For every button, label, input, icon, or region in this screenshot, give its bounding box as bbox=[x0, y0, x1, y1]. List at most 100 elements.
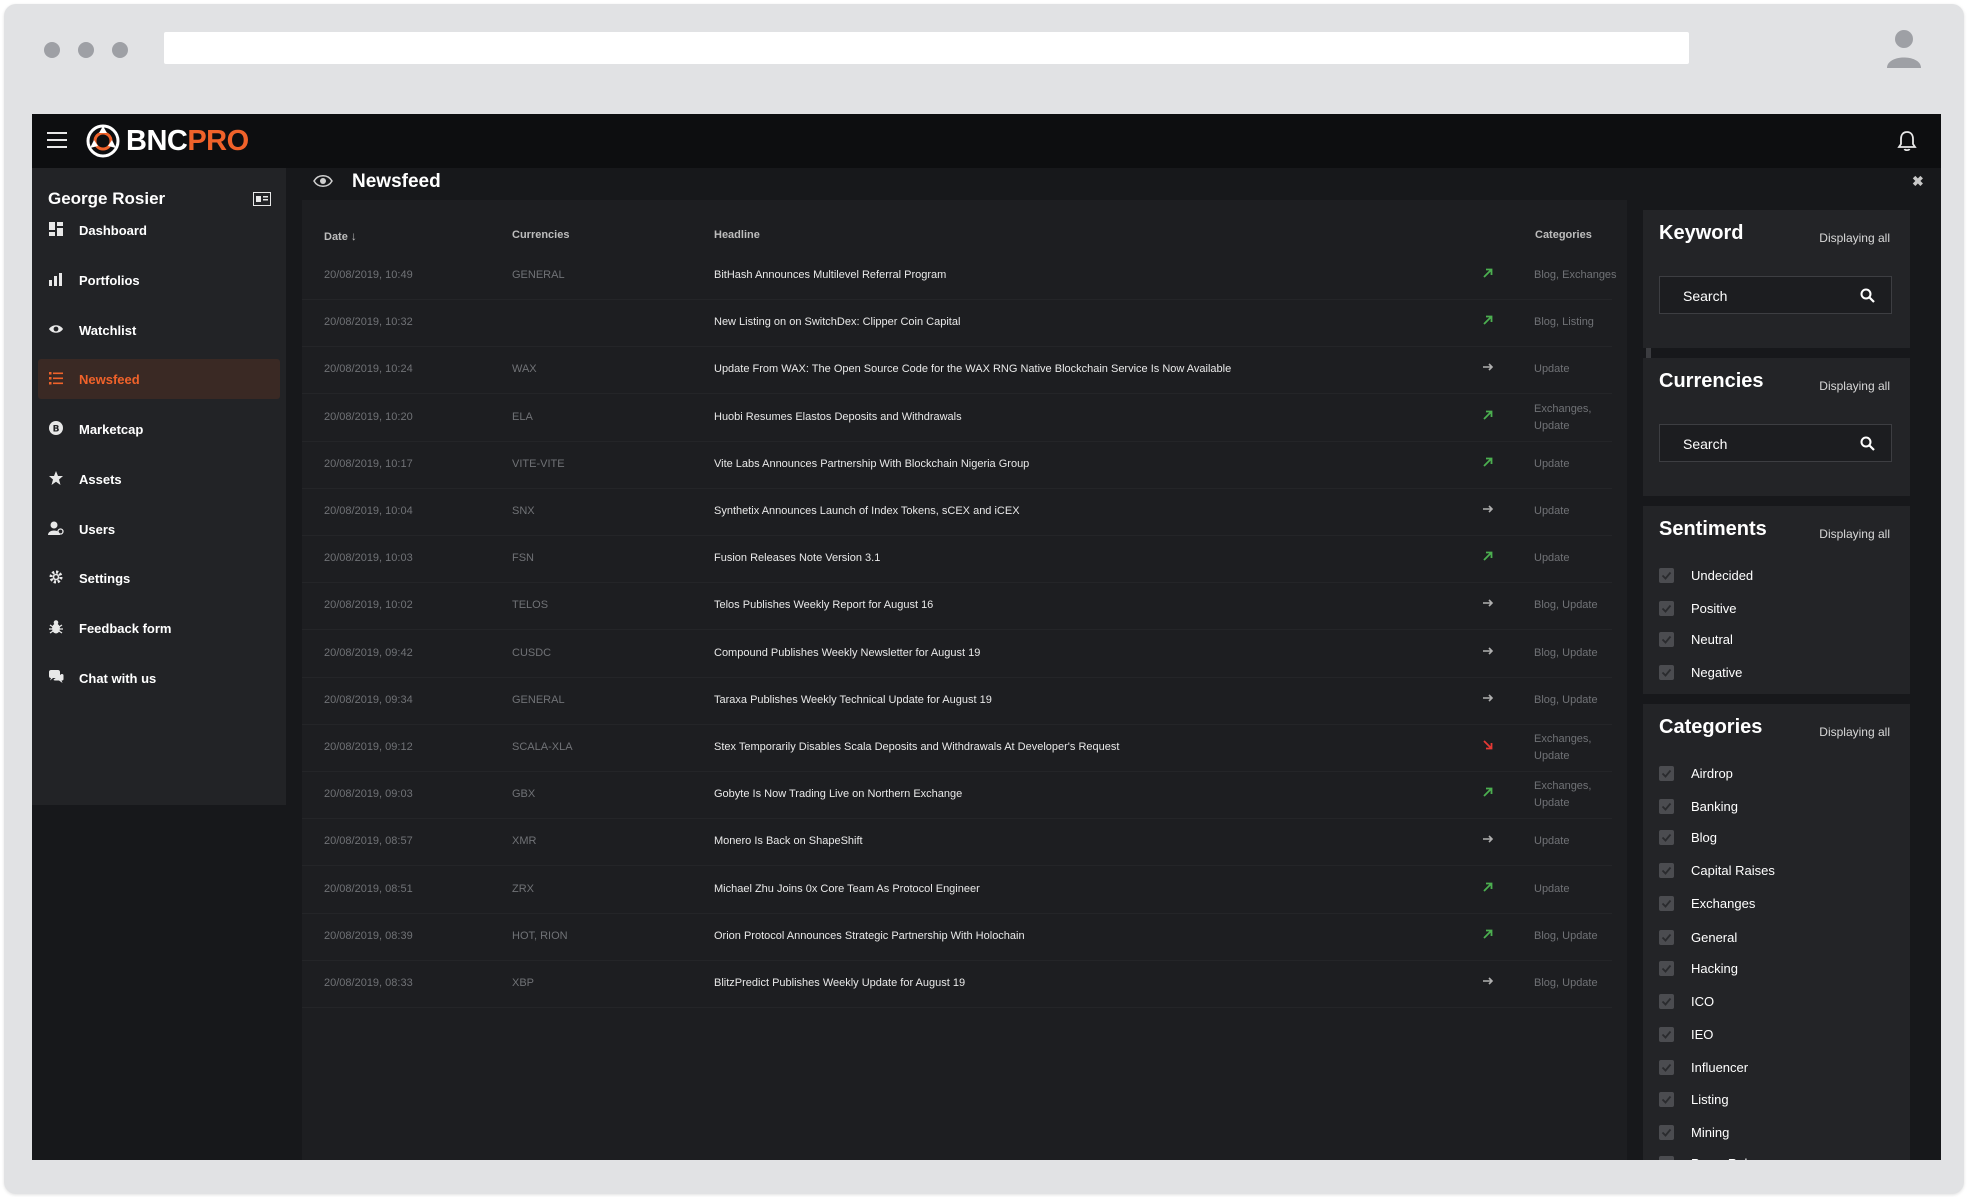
window-minimize-dot[interactable] bbox=[78, 42, 94, 58]
row-headline[interactable]: Taraxa Publishes Weekly Technical Update… bbox=[714, 692, 992, 709]
row-headline[interactable]: Huobi Resumes Elastos Deposits and Withd… bbox=[714, 409, 962, 426]
positive-sentiment-icon bbox=[1482, 881, 1494, 893]
column-header-date[interactable]: Date ↓ bbox=[324, 229, 357, 243]
filter-option-positive[interactable]: Positive bbox=[1659, 598, 1737, 618]
checkbox[interactable] bbox=[1659, 895, 1674, 911]
row-headline[interactable]: Compound Publishes Weekly Newsletter for… bbox=[714, 645, 980, 662]
table-row[interactable]: 20/08/2019, 09:34 GENERAL Taraxa Publishes… bbox=[302, 677, 1612, 725]
address-bar[interactable] bbox=[164, 32, 1689, 64]
table-row[interactable]: 20/08/2019, 08:51 ZRX Michael Zhu Joins 0x… bbox=[302, 866, 1612, 914]
checkbox[interactable] bbox=[1659, 631, 1674, 647]
row-headline[interactable]: Synthetix Announces Launch of Index Toke… bbox=[714, 503, 1020, 520]
profile-avatar-icon[interactable] bbox=[1884, 26, 1924, 70]
checkbox[interactable] bbox=[1659, 798, 1674, 814]
checkmark-icon bbox=[1661, 1063, 1672, 1072]
search-icon[interactable] bbox=[1860, 436, 1875, 451]
row-headline[interactable]: Stex Temporarily Disables Scala Deposits… bbox=[714, 739, 1119, 756]
row-headline[interactable]: Vite Labs Announces Partnership With Blo… bbox=[714, 456, 1029, 473]
sidebar-item-users[interactable]: Users bbox=[38, 509, 280, 549]
table-row[interactable]: 20/08/2019, 08:33 XBP BlitzPredict Publish… bbox=[302, 960, 1612, 1008]
filter-option-ico[interactable]: ICO bbox=[1659, 991, 1714, 1011]
checkmark-icon bbox=[1661, 802, 1672, 811]
sidebar-item-label: Watchlist bbox=[79, 323, 137, 338]
filter-option-influencer[interactable]: Influencer bbox=[1659, 1057, 1748, 1077]
column-header-currencies[interactable]: Currencies bbox=[512, 229, 569, 241]
checkbox[interactable] bbox=[1659, 1026, 1674, 1042]
table-row[interactable]: 20/08/2019, 08:57 XMR Monero Is Back on Sh… bbox=[302, 818, 1612, 866]
filter-option-blog[interactable]: Blog bbox=[1659, 827, 1717, 847]
filter-option-banking[interactable]: Banking bbox=[1659, 796, 1738, 816]
checkbox[interactable] bbox=[1659, 929, 1674, 945]
window-maximize-dot[interactable] bbox=[112, 42, 128, 58]
row-headline[interactable]: Fusion Releases Note Version 3.1 bbox=[714, 550, 880, 567]
filter-option-exchanges[interactable]: Exchanges bbox=[1659, 893, 1755, 913]
checkbox[interactable] bbox=[1659, 664, 1674, 680]
filter-option-general[interactable]: General bbox=[1659, 927, 1737, 947]
keyword-search-input[interactable]: Search bbox=[1659, 276, 1892, 314]
checkbox[interactable] bbox=[1659, 960, 1674, 976]
row-headline[interactable]: Michael Zhu Joins 0x Core Team As Protoc… bbox=[714, 881, 980, 898]
checkbox[interactable] bbox=[1659, 600, 1674, 616]
close-icon[interactable]: ✖ bbox=[1912, 173, 1924, 190]
column-header-categories[interactable]: Categories bbox=[1535, 229, 1592, 241]
notification-bell-icon[interactable] bbox=[1896, 130, 1918, 152]
checkbox[interactable] bbox=[1659, 567, 1674, 583]
table-row[interactable]: 20/08/2019, 09:12 SCALA-XLA Stex Temporari… bbox=[302, 724, 1612, 772]
sidebar-item-feedback-form[interactable]: Feedback form bbox=[38, 608, 280, 648]
table-row[interactable]: 20/08/2019, 10:17 VITE-VITE Vite Labs Anno… bbox=[302, 441, 1612, 489]
checkbox[interactable] bbox=[1659, 1059, 1674, 1075]
table-row[interactable]: 20/08/2019, 09:03 GBX Gobyte Is Now Tradin… bbox=[302, 771, 1612, 819]
filter-option-press-release[interactable]: Press Release bbox=[1659, 1153, 1776, 1160]
column-header-headline[interactable]: Headline bbox=[714, 229, 760, 241]
row-headline[interactable]: Telos Publishes Weekly Report for August… bbox=[714, 597, 933, 614]
filter-option-airdrop[interactable]: Airdrop bbox=[1659, 763, 1733, 783]
filter-option-ieo[interactable]: IEO bbox=[1659, 1024, 1713, 1044]
sidebar-item-watchlist[interactable]: Watchlist bbox=[38, 310, 280, 350]
row-headline[interactable]: Gobyte Is Now Trading Live on Northern E… bbox=[714, 786, 962, 803]
checkbox[interactable] bbox=[1659, 862, 1674, 878]
table-row[interactable]: 20/08/2019, 10:49 GENERAL BitHash Announce… bbox=[302, 252, 1617, 300]
table-row[interactable]: 20/08/2019, 10:20 ELA Huobi Resumes Elasto… bbox=[302, 394, 1612, 442]
row-date: 20/08/2019, 09:12 bbox=[324, 741, 413, 753]
table-row[interactable]: 20/08/2019, 10:04 SNX Synthetix Announces … bbox=[302, 488, 1612, 536]
table-row[interactable]: 20/08/2019, 10:02 TELOS Telos Publishes We… bbox=[302, 582, 1612, 630]
sidebar-item-portfolios[interactable]: Portfolios bbox=[38, 260, 280, 300]
table-row[interactable]: 20/08/2019, 10:24 WAX Update From WAX: The… bbox=[302, 346, 1612, 394]
filter-option-hacking[interactable]: Hacking bbox=[1659, 958, 1738, 978]
filter-option-negative[interactable]: Negative bbox=[1659, 662, 1742, 682]
checkbox[interactable] bbox=[1659, 765, 1674, 781]
filter-option-mining[interactable]: Mining bbox=[1659, 1122, 1729, 1142]
sidebar-item-assets[interactable]: Assets bbox=[38, 459, 280, 499]
table-row[interactable]: 20/08/2019, 10:32 New Listing on on Switc… bbox=[302, 299, 1612, 347]
filter-option-capital-raises[interactable]: Capital Raises bbox=[1659, 860, 1775, 880]
currencies-search-input[interactable]: Search bbox=[1659, 424, 1892, 462]
row-headline[interactable]: Update From WAX: The Open Source Code fo… bbox=[714, 361, 1231, 378]
sidebar-item-newsfeed[interactable]: Newsfeed bbox=[38, 359, 280, 399]
table-row[interactable]: 20/08/2019, 10:03 FSN Fusion Releases Note… bbox=[302, 535, 1612, 583]
checkbox[interactable] bbox=[1659, 1155, 1674, 1160]
search-icon[interactable] bbox=[1860, 288, 1875, 303]
profile-card-icon[interactable] bbox=[253, 192, 271, 206]
filter-option-listing[interactable]: Listing bbox=[1659, 1089, 1729, 1109]
window-close-dot[interactable] bbox=[44, 42, 60, 58]
checkbox[interactable] bbox=[1659, 993, 1674, 1009]
table-row[interactable]: 20/08/2019, 09:42 CUSDC Compound Publishes… bbox=[302, 630, 1612, 678]
sidebar-item-settings[interactable]: Settings bbox=[38, 558, 280, 598]
table-row[interactable]: 20/08/2019, 08:39 HOT, RION Orion Protocol… bbox=[302, 913, 1612, 961]
sidebar-item-chat-with-us[interactable]: Chat with us bbox=[38, 658, 280, 698]
checkbox[interactable] bbox=[1659, 829, 1674, 845]
logo[interactable]: BNCPRO bbox=[86, 121, 249, 161]
row-headline[interactable]: Orion Protocol Announces Strategic Partn… bbox=[714, 928, 1025, 945]
row-headline[interactable]: BlitzPredict Publishes Weekly Update for… bbox=[714, 975, 965, 992]
row-headline[interactable]: BitHash Announces Multilevel Referral Pr… bbox=[714, 267, 946, 284]
hamburger-menu-icon[interactable] bbox=[47, 132, 67, 148]
filter-option-neutral[interactable]: Neutral bbox=[1659, 629, 1733, 649]
checkbox[interactable] bbox=[1659, 1091, 1674, 1107]
row-headline[interactable]: Monero Is Back on ShapeShift bbox=[714, 833, 863, 850]
filter-option-undecided[interactable]: Undecided bbox=[1659, 565, 1753, 585]
checkbox[interactable] bbox=[1659, 1124, 1674, 1140]
sidebar-item-marketcap[interactable]: B Marketcap bbox=[38, 409, 280, 449]
sidebar: George Rosier Dashboard Portfolios Watchli… bbox=[32, 168, 286, 805]
row-headline[interactable]: New Listing on on SwitchDex: Clipper Coi… bbox=[714, 314, 960, 331]
sidebar-item-dashboard[interactable]: Dashboard bbox=[38, 210, 280, 250]
